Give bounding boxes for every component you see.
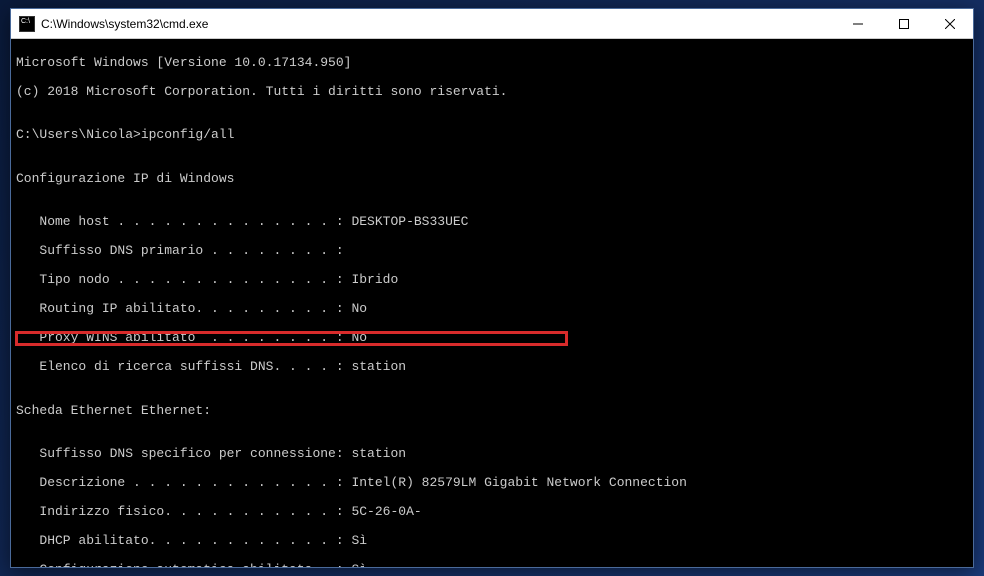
output-line: Tipo nodo . . . . . . . . . . . . . . : … (16, 273, 968, 288)
output-line: DHCP abilitato. . . . . . . . . . . . : … (16, 534, 968, 549)
window-controls (835, 9, 973, 38)
cmd-window: C:\Windows\system32\cmd.exe Microsoft Wi… (10, 8, 974, 568)
prompt-line: C:\Users\Nicola>ipconfig/all (16, 128, 968, 143)
output-line: Suffisso DNS primario . . . . . . . . : (16, 244, 968, 259)
titlebar[interactable]: C:\Windows\system32\cmd.exe (11, 9, 973, 39)
section-header: Configurazione IP di Windows (16, 172, 968, 187)
output-line: Proxy WINS abilitato . . . . . . . . : N… (16, 331, 968, 346)
output-line: Descrizione . . . . . . . . . . . . . : … (16, 476, 968, 491)
adapter-header: Scheda Ethernet Ethernet: (16, 404, 968, 419)
maximize-button[interactable] (881, 9, 927, 38)
minimize-button[interactable] (835, 9, 881, 38)
output-line: Configurazione automatica abilitata : Sì (16, 563, 968, 567)
output-line: Suffisso DNS specifico per connessione: … (16, 447, 968, 462)
terminal-output[interactable]: Microsoft Windows [Versione 10.0.17134.9… (11, 39, 973, 567)
output-line: (c) 2018 Microsoft Corporation. Tutti i … (16, 85, 968, 100)
window-title: C:\Windows\system32\cmd.exe (41, 17, 835, 31)
output-line: Microsoft Windows [Versione 10.0.17134.9… (16, 56, 968, 71)
output-line: Routing IP abilitato. . . . . . . . . : … (16, 302, 968, 317)
physical-address-line: Indirizzo fisico. . . . . . . . . . . : … (16, 505, 968, 520)
output-line: Nome host . . . . . . . . . . . . . . : … (16, 215, 968, 230)
close-button[interactable] (927, 9, 973, 38)
output-line: Elenco di ricerca suffissi DNS. . . . : … (16, 360, 968, 375)
cmd-icon (19, 16, 35, 32)
